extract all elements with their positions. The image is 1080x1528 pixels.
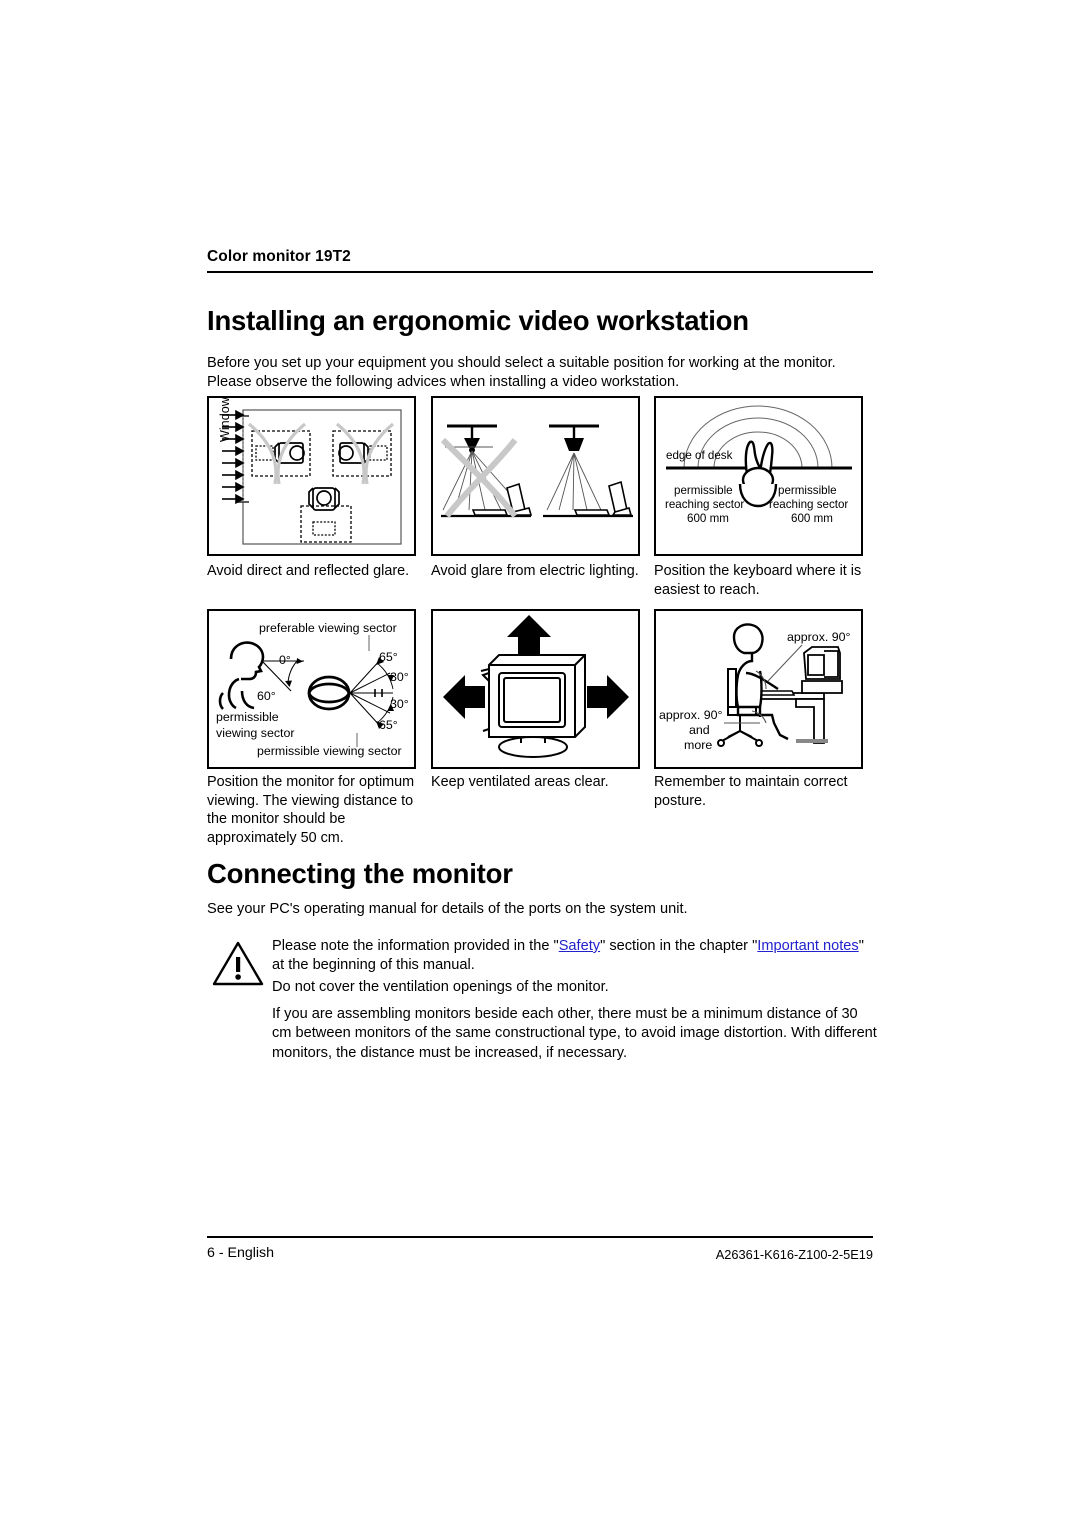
keyboard-reach-illustration — [666, 405, 852, 508]
label-permissible-1: permissible — [216, 710, 279, 724]
note-monitor-distance: If you are assembling monitors beside ea… — [272, 1006, 877, 1061]
caption-keyboard-reach: Position the keyboard where it is easies… — [654, 563, 862, 598]
figure-glare-lighting — [431, 396, 640, 556]
header-rule — [207, 271, 873, 273]
document-page: Color monitor 19T2 Installing an ergonom… — [0, 0, 1080, 1528]
label-edge-of-desk: edge of desk — [666, 449, 733, 462]
label-window: Window — [218, 397, 232, 442]
figure-keyboard-reach: edge of desk permissible reaching sector… — [654, 396, 863, 556]
caption-viewing-sector: Position the monitor for optimum viewing… — [207, 774, 415, 846]
label-angle-30-top: 30° — [390, 670, 409, 684]
link-important-notes[interactable]: Important notes — [757, 938, 858, 954]
label-angle-60: 60° — [257, 689, 276, 703]
label-left-permissible: permissible — [674, 484, 733, 497]
label-left-distance: 600 mm — [687, 512, 729, 525]
figure-posture: approx. 90° approx. 90° and more — [654, 609, 863, 769]
label-right-reaching-sector: reaching sector — [769, 498, 849, 511]
label-posture-more: more — [684, 738, 713, 752]
label-permissible-viewing-sector: permissible viewing sector — [257, 744, 402, 758]
figure-viewing-sector: preferable viewing sector 0° 60° 65° 30°… — [207, 609, 416, 769]
label-preferable-viewing-sector: preferable viewing sector — [259, 621, 397, 635]
label-angle-30-bottom: 30° — [390, 697, 409, 711]
figure-glare-window: Window — [207, 396, 416, 556]
heading-installing-ergonomic-video-workstation: Installing an ergonomic video workstatio… — [207, 305, 749, 336]
label-posture-angle-top: approx. 90° — [787, 630, 851, 644]
label-angle-65-top: 65° — [379, 650, 398, 664]
footer-rule — [207, 1236, 873, 1238]
label-permissible-2: viewing sector — [216, 726, 295, 740]
figure-ventilation — [431, 609, 640, 769]
label-right-distance: 600 mm — [791, 512, 833, 525]
label-left-reaching-sector: reaching sector — [665, 498, 745, 511]
caption-glare-lighting: Avoid glare from electric lighting. — [431, 563, 639, 579]
running-header-title: Color monitor 19T2 — [207, 248, 351, 265]
paragraph-connecting-intro: See your PC's operating manual for detai… — [207, 901, 688, 917]
note-safety-text-2: " section in the chapter " — [600, 938, 758, 954]
caption-glare-window: Avoid direct and reflected glare. — [207, 563, 410, 579]
link-safety[interactable]: Safety — [559, 938, 600, 954]
label-angle-65-bottom: 65° — [379, 718, 398, 732]
heading-connecting-the-monitor: Connecting the monitor — [207, 858, 513, 889]
label-right-permissible: permissible — [778, 484, 837, 497]
caption-posture: Remember to maintain correct posture. — [654, 774, 848, 809]
footer-document-number: A26361-K616-Z100-2-5E19 — [715, 1247, 873, 1262]
label-posture-angle-bottom: approx. 90° — [659, 708, 723, 722]
glare-window-illustration — [222, 409, 402, 545]
warning-icon — [212, 941, 264, 986]
paragraph-ergonomic-intro: Before you set up your equipment you sho… — [207, 355, 836, 391]
note-safety-text-1: Please note the information provided in … — [272, 938, 559, 954]
caption-ventilation: Keep ventilated areas clear. — [431, 774, 609, 790]
ventilation-illustration — [443, 615, 629, 758]
running-header: Color monitor 19T2 — [207, 248, 873, 273]
glare-lighting-illustration — [440, 424, 633, 518]
footer-page-label: 6 - English — [207, 1245, 275, 1261]
label-posture-and: and — [689, 723, 710, 737]
note-safety-reference: Please note the information provided in … — [272, 937, 879, 976]
label-angle-0: 0° — [279, 653, 291, 667]
note-ventilation-openings: Do not cover the ventilation openings of… — [272, 979, 609, 995]
